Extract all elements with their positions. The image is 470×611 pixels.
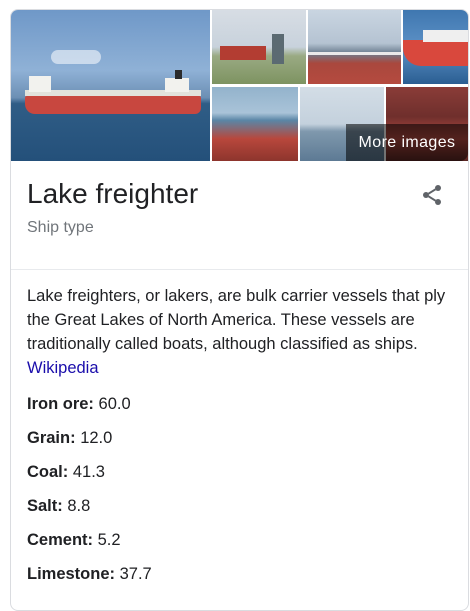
facts-list: Iron ore: 60.0 Grain: 12.0 Coal: 41.3 Sa…: [11, 380, 468, 584]
fact-limestone: Limestone: 37.7: [27, 564, 452, 584]
cloud: [51, 50, 101, 64]
gallery-image-2[interactable]: [212, 10, 306, 84]
wikipedia-link[interactable]: Wikipedia: [27, 359, 99, 377]
fact-label: Salt:: [27, 497, 63, 515]
share-icon: [423, 185, 441, 205]
gallery-image-main[interactable]: [11, 10, 210, 161]
gallery-image-4[interactable]: [403, 10, 468, 84]
ship-aft-house: [165, 78, 189, 92]
fact-grain: Grain: 12.0: [27, 428, 452, 448]
ship-superstructure: [423, 30, 468, 42]
gallery-image-5[interactable]: [212, 87, 298, 161]
fact-iron-ore: Iron ore: 60.0: [27, 394, 452, 414]
fact-label: Grain:: [27, 429, 76, 447]
deck-rail: [308, 52, 401, 55]
entity-subtitle: Ship type: [27, 219, 94, 236]
fact-value: 41.3: [72, 463, 105, 481]
tower: [272, 34, 284, 64]
fact-label: Coal:: [27, 463, 69, 481]
fact-value: 5.2: [97, 531, 121, 549]
ship-pilothouse: [29, 76, 51, 92]
title-block: Lake freighter Ship type: [11, 161, 468, 263]
fact-cement: Cement: 5.2: [27, 530, 452, 550]
fact-salt: Salt: 8.8: [27, 496, 452, 516]
gallery-image-3[interactable]: [308, 10, 401, 84]
description: Lake freighters, or lakers, are bulk car…: [11, 270, 468, 380]
ship-hull: [25, 96, 201, 114]
ship-hull: [220, 46, 266, 60]
description-text: Lake freighters, or lakers, are bulk car…: [27, 287, 446, 353]
share-button[interactable]: [420, 183, 444, 207]
ship-smokestack: [175, 70, 182, 79]
fact-value: 12.0: [80, 429, 113, 447]
entity-title: Lake freighter: [27, 178, 199, 209]
fact-value: 60.0: [98, 395, 131, 413]
more-images-button[interactable]: More images: [346, 124, 468, 161]
knowledge-panel: More images Lake freighter Ship type Lak…: [10, 9, 469, 611]
fact-label: Iron ore:: [27, 395, 94, 413]
fact-coal: Coal: 41.3: [27, 462, 452, 482]
fact-value: 8.8: [67, 497, 91, 515]
fact-value: 37.7: [119, 565, 152, 583]
fact-label: Limestone:: [27, 565, 116, 583]
fact-label: Cement:: [27, 531, 94, 549]
ship-hull: [403, 40, 468, 66]
image-gallery: More images: [11, 10, 468, 161]
